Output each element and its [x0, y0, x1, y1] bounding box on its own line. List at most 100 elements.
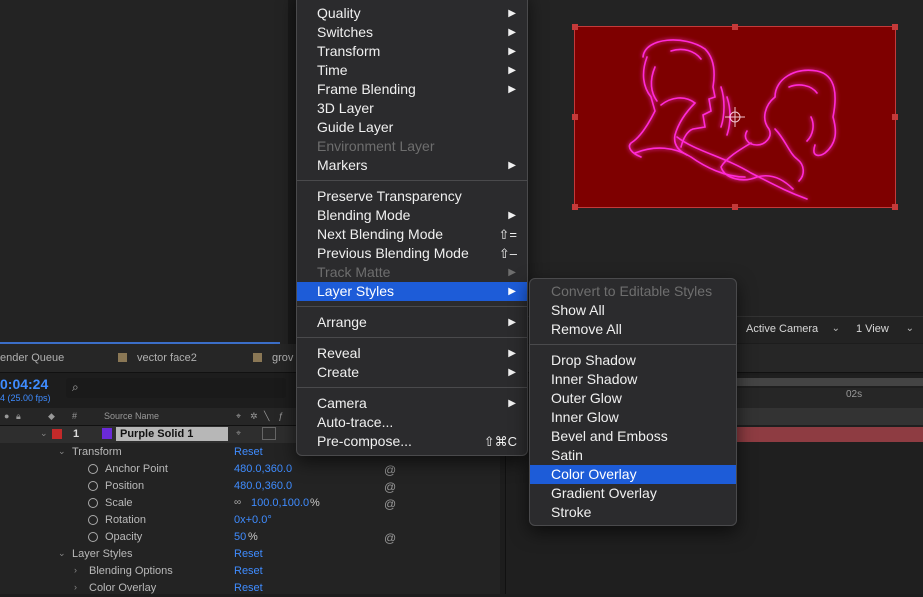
- menu-item-create[interactable]: Create ▶: [297, 363, 527, 382]
- menu-item-layer-styles[interactable]: Layer Styles ▶: [297, 282, 527, 301]
- layer-number: 1: [73, 428, 80, 440]
- chevron-down-icon[interactable]: ⌄: [58, 446, 66, 457]
- blending-options-reset-link[interactable]: Reset: [234, 565, 263, 577]
- chevron-down-icon[interactable]: ⌄: [40, 428, 48, 439]
- chevron-right-icon[interactable]: ›: [74, 582, 77, 592]
- menu-item-label: Inner Shadow: [551, 371, 638, 387]
- menu-item-show-all[interactable]: Show All: [530, 301, 736, 320]
- layer-label-color[interactable]: [52, 429, 62, 439]
- tab-label: ender Queue: [0, 352, 65, 364]
- menu-item-pre-compose[interactable]: Pre-compose... ⇧⌘C: [297, 432, 527, 451]
- stopwatch-icon[interactable]: [88, 515, 98, 525]
- menu-item-auto-trace[interactable]: Auto-trace...: [297, 413, 527, 432]
- menu-item-reveal[interactable]: Reveal ▶: [297, 344, 527, 363]
- expression-pickwhip-icon[interactable]: @: [384, 497, 396, 511]
- stopwatch-icon[interactable]: [88, 481, 98, 491]
- menu-item-stroke[interactable]: Stroke: [530, 503, 736, 522]
- tab-label: grov: [272, 352, 294, 364]
- time-ruler[interactable]: [736, 388, 923, 408]
- menu-item-environment-layer: Environment Layer: [297, 137, 527, 156]
- anchor-point-value[interactable]: 480.0,360.0: [234, 463, 292, 475]
- expression-pickwhip-icon[interactable]: @: [384, 463, 396, 477]
- submenu-arrow-icon: ▶: [508, 27, 516, 38]
- menu-item-guide-layer[interactable]: Guide Layer: [297, 118, 527, 137]
- resize-handle-top-right[interactable]: [892, 24, 898, 30]
- menu-item-frame-blending[interactable]: Frame Blending ▶: [297, 80, 527, 99]
- menu-item-arrange[interactable]: Arrange ▶: [297, 313, 527, 332]
- resize-handle-right[interactable]: [892, 114, 898, 120]
- resize-handle-bottom-right[interactable]: [892, 204, 898, 210]
- property-group-blending-options[interactable]: › Blending Options Reset: [0, 563, 500, 580]
- position-value[interactable]: 480.0,360.0: [234, 480, 292, 492]
- menu-item-switches[interactable]: Switches ▶: [297, 23, 527, 42]
- menu-item-color-overlay[interactable]: Color Overlay: [530, 465, 736, 484]
- menu-item-outer-glow[interactable]: Outer Glow: [530, 389, 736, 408]
- color-overlay-reset-link[interactable]: Reset: [234, 582, 263, 594]
- menu-item-time[interactable]: Time ▶: [297, 61, 527, 80]
- scale-value[interactable]: 100.0,100.0: [251, 497, 309, 509]
- menu-item-preserve-transparency[interactable]: Preserve Transparency: [297, 187, 527, 206]
- rotation-value[interactable]: 0x+0.0°: [234, 514, 272, 526]
- layer-name[interactable]: Purple Solid 1: [116, 427, 228, 441]
- constrain-proportions-icon[interactable]: ∞: [234, 497, 241, 508]
- menu-item-camera[interactable]: Camera ▶: [297, 394, 527, 413]
- menu-item-label: Drop Shadow: [551, 352, 636, 368]
- property-group-layer-styles[interactable]: ⌄ Layer Styles Reset: [0, 546, 500, 563]
- tab-render-queue[interactable]: ender Queue: [0, 344, 64, 372]
- menu-item-satin[interactable]: Satin: [530, 446, 736, 465]
- menu-item-label: Environment Layer: [317, 138, 435, 154]
- layer-search-input[interactable]: [66, 378, 286, 398]
- quality-switch[interactable]: [262, 427, 276, 440]
- time-ruler-label: 02s: [846, 389, 863, 400]
- menu-item-gradient-overlay[interactable]: Gradient Overlay: [530, 484, 736, 503]
- menu-item-blending-mode[interactable]: Blending Mode ▶: [297, 206, 527, 225]
- menu-item-drop-shadow[interactable]: Drop Shadow: [530, 351, 736, 370]
- menu-item-transform[interactable]: Transform ▶: [297, 42, 527, 61]
- menu-item-next-blending-mode[interactable]: Next Blending Mode ⇧=: [297, 225, 527, 244]
- resize-handle-left[interactable]: [572, 114, 578, 120]
- panel-divider[interactable]: [288, 0, 296, 344]
- menu-item-previous-blending-mode[interactable]: Previous Blending Mode ⇧–: [297, 244, 527, 263]
- layer-styles-reset-link[interactable]: Reset: [234, 548, 263, 560]
- submenu-arrow-icon: ▶: [508, 160, 516, 171]
- expression-pickwhip-icon[interactable]: @: [384, 531, 396, 545]
- tab-vector-face2[interactable]: vector face2: [118, 344, 197, 372]
- menu-item-label: Transform: [317, 43, 381, 59]
- tab-grov[interactable]: grov: [253, 344, 293, 372]
- column-source-name[interactable]: Source Name: [104, 411, 159, 421]
- menu-item-inner-glow[interactable]: Inner Glow: [530, 408, 736, 427]
- stopwatch-icon[interactable]: [88, 498, 98, 508]
- transform-reset-link[interactable]: Reset: [234, 446, 263, 458]
- property-group-color-overlay[interactable]: › Color Overlay Reset: [0, 580, 500, 597]
- menu-item-label: Previous Blending Mode: [317, 245, 469, 261]
- view-layout-select[interactable]: 1 View ⌄: [850, 320, 920, 338]
- resize-handle-top[interactable]: [732, 24, 738, 30]
- resize-handle-bottom-left[interactable]: [572, 204, 578, 210]
- shy-switch-icon[interactable]: ⌖: [236, 428, 241, 439]
- resize-handle-top-left[interactable]: [572, 24, 578, 30]
- chevron-down-icon[interactable]: ⌄: [58, 548, 66, 559]
- expression-pickwhip-icon[interactable]: @: [384, 480, 396, 494]
- opacity-value[interactable]: 50: [234, 531, 246, 543]
- composition-frame[interactable]: [572, 24, 898, 210]
- chevron-right-icon[interactable]: ›: [74, 565, 77, 575]
- camera-select[interactable]: Active Camera ⌄: [740, 320, 846, 338]
- menu-item-quality[interactable]: Quality ▶: [297, 4, 527, 23]
- menu-item-remove-all[interactable]: Remove All: [530, 320, 736, 339]
- menu-item-bevel-and-emboss[interactable]: Bevel and Emboss: [530, 427, 736, 446]
- menu-item-track-matte: Track Matte ▶: [297, 263, 527, 282]
- frame-rate-label: 4 (25.00 fps): [0, 393, 51, 403]
- menu-item-label: Gradient Overlay: [551, 485, 657, 501]
- menu-item-inner-shadow[interactable]: Inner Shadow: [530, 370, 736, 389]
- menu-separator: [297, 387, 527, 388]
- stopwatch-icon[interactable]: [88, 464, 98, 474]
- work-area-bar[interactable]: [736, 378, 923, 386]
- menu-item-markers[interactable]: Markers ▶: [297, 156, 527, 175]
- menu-shortcut: ⇧=: [498, 227, 517, 242]
- stopwatch-icon[interactable]: [88, 532, 98, 542]
- opacity-label: Opacity: [105, 531, 143, 543]
- resize-handle-bottom[interactable]: [732, 204, 738, 210]
- layer-duration-bar[interactable]: [736, 427, 923, 442]
- menu-item-3d-layer[interactable]: 3D Layer: [297, 99, 527, 118]
- current-timecode[interactable]: 0:04:24: [0, 376, 48, 392]
